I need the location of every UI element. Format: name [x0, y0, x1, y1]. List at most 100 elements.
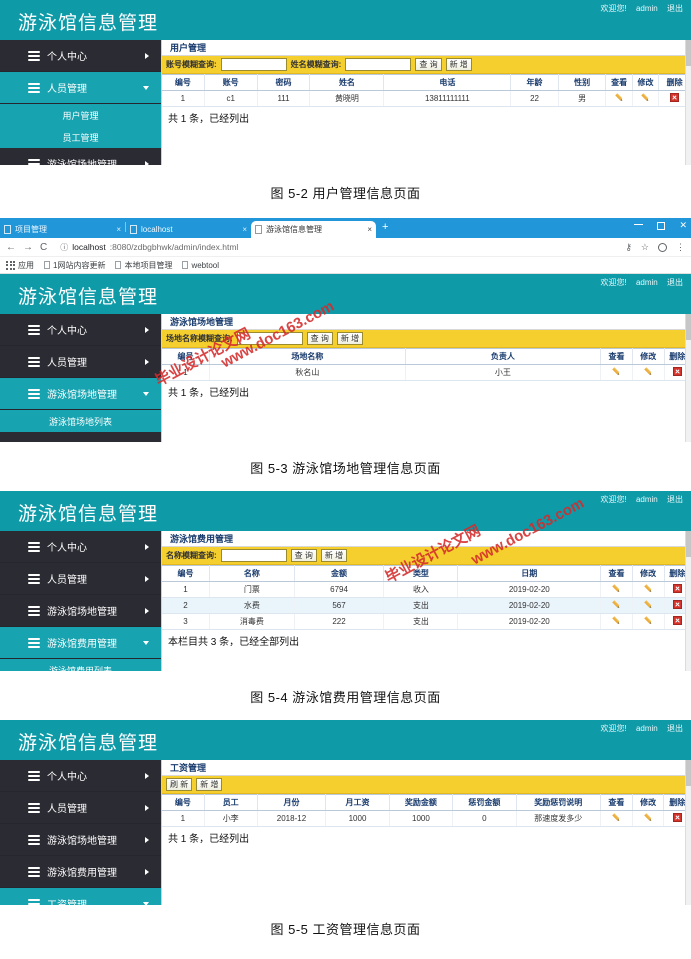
edit-action[interactable]: [632, 90, 660, 107]
pencil-icon: [610, 365, 623, 378]
cell-id: 1: [162, 581, 211, 598]
refresh-button[interactable]: 刷 新: [166, 778, 193, 791]
view-action[interactable]: [600, 810, 633, 827]
view-action[interactable]: [600, 613, 633, 630]
tab-swimming-admin[interactable]: 游泳馆信息管理 ×: [251, 221, 376, 238]
profile-avatar-icon[interactable]: [658, 242, 667, 252]
search-label-venue-name: 场地名称模糊查询:: [166, 334, 233, 343]
sidebar-item-staff[interactable]: 人员管理: [0, 792, 161, 824]
sidebar-item-personal[interactable]: 个人中心: [0, 314, 161, 346]
add-button[interactable]: 新 增: [196, 778, 223, 791]
sidebar-item-personal[interactable]: 个人中心: [0, 40, 161, 72]
pencil-icon: [610, 614, 623, 627]
sidebar-item-staff[interactable]: 人员管理: [0, 563, 161, 595]
back-icon[interactable]: ←: [6, 242, 16, 253]
cell-date: 2019-02-20: [457, 613, 602, 630]
tab-project[interactable]: 项目管理 ×: [0, 221, 125, 238]
search-input-account[interactable]: [220, 58, 287, 71]
cell-amount: 222: [294, 613, 385, 630]
cell-type: 支出: [383, 597, 459, 614]
bookmark-apps[interactable]: 应用: [6, 260, 34, 271]
sidebar-item-label: 个人中心: [47, 543, 87, 554]
search-input-venue-name[interactable]: [236, 332, 303, 345]
scrollbar-thumb[interactable]: [686, 40, 691, 66]
view-action[interactable]: [605, 90, 633, 107]
scrollbar-thumb[interactable]: [686, 531, 691, 557]
bookmark-site-update[interactable]: 1网站内容更新: [44, 260, 105, 271]
minimize-icon[interactable]: [634, 223, 644, 225]
close-icon[interactable]: ×: [367, 225, 372, 234]
close-icon[interactable]: ×: [116, 225, 121, 234]
logout-link[interactable]: 退出: [667, 4, 683, 13]
vertical-scrollbar[interactable]: [685, 531, 691, 671]
logout-link[interactable]: 退出: [667, 724, 683, 733]
edit-action[interactable]: [632, 597, 665, 614]
col-gender: 性别: [558, 74, 607, 91]
col-amount: 金额: [294, 565, 385, 582]
close-icon[interactable]: ×: [242, 225, 247, 234]
vertical-scrollbar[interactable]: [685, 314, 691, 442]
sidebar-item-staff[interactable]: 人员管理: [0, 72, 161, 104]
edit-action[interactable]: [632, 581, 665, 598]
table-row: 1 c1 111 黄晓明 13811111111 22 男: [162, 90, 691, 107]
vertical-scrollbar[interactable]: [685, 40, 691, 165]
close-window-icon[interactable]: ✕: [679, 220, 687, 231]
key-icon[interactable]: ⚷: [625, 242, 632, 253]
sidebar-item-venue[interactable]: 游泳馆场地管理: [0, 824, 161, 856]
view-action[interactable]: [600, 581, 633, 598]
sidebar-item-fee[interactable]: 游泳馆费用管理: [0, 432, 161, 442]
menu-icon[interactable]: ⋮: [676, 242, 685, 253]
search-button[interactable]: 查 询: [306, 332, 333, 345]
vertical-scrollbar[interactable]: [685, 760, 691, 905]
bookmark-star-icon[interactable]: ☆: [641, 242, 649, 253]
new-tab-button[interactable]: +: [382, 221, 388, 233]
submenu-item-fee-list[interactable]: 游泳馆费用列表: [0, 659, 161, 672]
tab-localhost[interactable]: localhost ×: [126, 221, 251, 238]
forward-icon[interactable]: →: [23, 242, 33, 253]
cell-age: 22: [510, 90, 559, 107]
app-window-salary: 游泳馆信息管理 欢迎您! admin 退出 个人中心 人员管理 游泳馆场地管理 …: [0, 720, 691, 905]
view-action[interactable]: [600, 597, 633, 614]
edit-action[interactable]: [632, 364, 665, 381]
logout-link[interactable]: 退出: [667, 495, 683, 504]
sidebar-item-salary[interactable]: 工资管理: [0, 888, 161, 905]
add-button[interactable]: 新 增: [445, 58, 472, 71]
scrollbar-thumb[interactable]: [686, 760, 691, 786]
sidebar-item-label: 人员管理: [47, 804, 87, 815]
edit-action[interactable]: [632, 810, 665, 827]
submenu-item-user-list[interactable]: 用户管理: [0, 104, 161, 126]
sidebar-item-personal[interactable]: 个人中心: [0, 531, 161, 563]
logout-link[interactable]: 退出: [667, 278, 683, 287]
col-date: 日期: [457, 565, 602, 582]
search-input-name[interactable]: [345, 58, 412, 71]
search-input-name[interactable]: [220, 549, 287, 562]
submenu-item-venue-list[interactable]: 游泳馆场地列表: [0, 410, 161, 432]
stack-icon: [28, 573, 40, 584]
edit-action[interactable]: [632, 613, 665, 630]
add-button[interactable]: 新 增: [336, 332, 364, 345]
app-title: 游泳馆信息管理: [18, 287, 159, 308]
scrollbar-thumb[interactable]: [686, 314, 691, 340]
cell-month: 2018-12: [257, 810, 327, 827]
address-bar[interactable]: ⓘ localhost:8080/zdbgbhwk/admin/index.ht…: [54, 240, 619, 254]
pencil-icon: [642, 614, 655, 627]
sidebar-item-venue[interactable]: 游泳馆场地管理: [0, 378, 161, 410]
search-button[interactable]: 查 询: [415, 58, 442, 71]
figure-5-2: 游泳馆信息管理 欢迎您! admin 退出 个人中心 人员管理 用户管理 员工管…: [0, 0, 691, 202]
bookmark-local-project[interactable]: 本地项目管理: [115, 260, 172, 271]
view-action[interactable]: [600, 364, 633, 381]
bookmark-webtool[interactable]: webtool: [182, 261, 219, 270]
sidebar-item-fee[interactable]: 游泳馆费用管理: [0, 856, 161, 888]
sidebar-item-fee[interactable]: 游泳馆费用管理: [0, 627, 161, 659]
sidebar-item-venue[interactable]: 游泳馆场地管理: [0, 595, 161, 627]
sidebar-item-staff[interactable]: 人员管理: [0, 346, 161, 378]
submenu-item-employee-list[interactable]: 员工管理: [0, 126, 161, 148]
add-button[interactable]: 新 增: [320, 549, 348, 562]
maximize-icon[interactable]: [657, 221, 666, 230]
page-icon: [182, 261, 189, 269]
sidebar-item-venue[interactable]: 游泳馆场地管理: [0, 148, 161, 165]
search-button[interactable]: 查 询: [290, 549, 317, 562]
figure-caption: 图 5-2 用户管理信息页面: [270, 186, 421, 201]
sidebar-item-personal[interactable]: 个人中心: [0, 760, 161, 792]
reload-icon[interactable]: C: [40, 242, 47, 253]
